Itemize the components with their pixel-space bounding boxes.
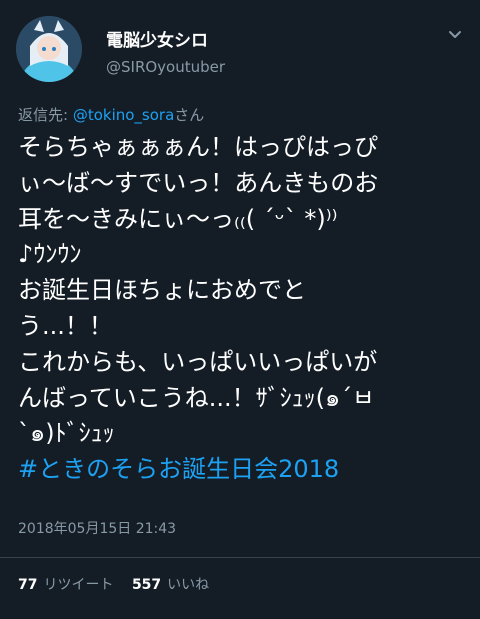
tweet-line: 耳を〜きみにぃ〜っ₍₍( ´ᵕ` *)⁾⁾ bbox=[18, 204, 338, 233]
avatar[interactable] bbox=[16, 16, 82, 82]
avatar-image bbox=[16, 16, 82, 82]
divider bbox=[0, 557, 480, 558]
tweet-line: んばっていこうね...！ｻﾞｼｭｯ(๑´ㅂ bbox=[18, 383, 375, 412]
retweets-count: 77 bbox=[18, 577, 38, 593]
chevron-down-icon[interactable] bbox=[446, 26, 464, 44]
tweet-line: そらちゃぁぁぁん！はっぴはっぴ bbox=[18, 133, 378, 161]
tweet-stats: 77 リツイート 557 いいね bbox=[18, 574, 223, 594]
retweets-stat[interactable]: 77 リツイート bbox=[18, 574, 113, 594]
user-handle[interactable]: @SIROyoutuber bbox=[106, 58, 225, 76]
retweets-label: リツイート bbox=[43, 577, 114, 593]
tweet-line: ♪ｳﾝｳﾝ bbox=[18, 240, 82, 269]
tweet-line: `๑)ﾄﾞｼｭｯ bbox=[18, 419, 115, 448]
tweet-line: ぃ〜ば〜すでいっ！あんきものお bbox=[18, 168, 379, 197]
likes-label: いいね bbox=[167, 577, 210, 593]
reply-to-label: 返信先: @tokino_soraさん bbox=[18, 104, 204, 125]
likes-stat[interactable]: 557 いいね bbox=[132, 574, 209, 594]
reply-suffix: さん bbox=[174, 106, 205, 124]
tweet-timestamp[interactable]: 2018年05月15日 21:43 bbox=[18, 518, 176, 538]
hashtag-link[interactable]: #ときのそらお誕生日会2018 bbox=[18, 452, 468, 488]
tweet-line: う...！！ bbox=[18, 311, 113, 340]
tweet-line: これからも、いっぱいいっぱいが bbox=[18, 347, 378, 376]
tweet-line: お誕生日ほちょにおめでと bbox=[18, 276, 306, 305]
reply-mention-link[interactable]: @tokino_sora bbox=[73, 106, 174, 124]
tweet-header: 電脳少女シロ @SIROyoutuber bbox=[14, 14, 466, 84]
likes-count: 557 bbox=[131, 577, 162, 593]
tweet-text: そらちゃぁぁぁん！はっぴはっぴ ぃ〜ば〜すでいっ！あんきものお 耳を〜きみにぃ〜… bbox=[18, 130, 468, 488]
reply-prefix: 返信先: bbox=[18, 106, 73, 124]
display-name[interactable]: 電脳少女シロ bbox=[106, 26, 208, 51]
